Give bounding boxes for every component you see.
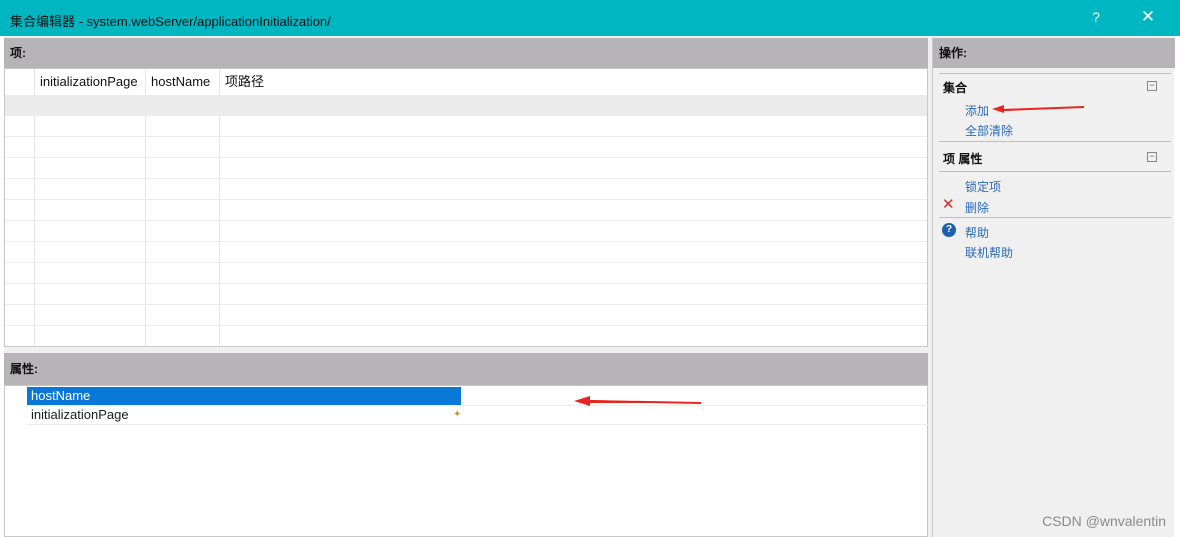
property-name[interactable]: hostName <box>27 387 461 405</box>
collection-section-title: 集合 <box>943 81 968 95</box>
property-row-host-name[interactable]: hostName <box>27 387 929 406</box>
help-icon: ? <box>942 223 956 237</box>
column-header-host-name[interactable]: hostName <box>146 69 210 95</box>
item-properties-section-title: 项 属性 <box>943 152 983 166</box>
column-header-initialization-page[interactable]: initializationPage <box>35 69 138 95</box>
add-link[interactable]: 添加 <box>965 102 989 119</box>
watermark: CSDN @wnvalentin <box>1042 513 1166 529</box>
properties-panel-header: 属性: <box>4 353 928 385</box>
actions-pane-header: 操作: <box>933 38 1175 68</box>
delete-x-icon: ✕ <box>942 196 955 213</box>
collapse-icon[interactable]: − <box>1147 81 1157 91</box>
key-icon: ✦ <box>453 409 462 420</box>
delete-link[interactable]: 删除 <box>965 199 989 216</box>
grid-empty-row[interactable] <box>5 95 927 115</box>
annotation-arrow-add <box>992 105 1085 113</box>
close-button[interactable]: ✕ <box>1138 7 1158 27</box>
annotation-arrow-host-name <box>574 396 702 406</box>
property-row-initialization-page[interactable]: initializationPage ✦ <box>27 406 929 425</box>
properties-grid: hostName initializationPage ✦ <box>4 385 929 537</box>
clear-all-link[interactable]: 全部清除 <box>965 122 1013 139</box>
items-grid[interactable]: initializationPage hostName 项路径 <box>4 68 928 347</box>
column-header-item-path[interactable]: 项路径 <box>220 69 264 95</box>
items-panel-header: 项: <box>4 38 928 68</box>
window-title: 集合编辑器 - system.webServer/applicationInit… <box>10 14 331 29</box>
collapse-icon[interactable]: − <box>1147 152 1157 162</box>
property-name[interactable]: initializationPage <box>27 406 461 424</box>
lock-item-link[interactable]: 锁定项 <box>965 178 1001 195</box>
title-bar: 集合编辑器 - system.webServer/applicationInit… <box>0 0 1180 36</box>
online-help-link[interactable]: 联机帮助 <box>965 244 1013 261</box>
help-link[interactable]: 帮助 <box>965 224 989 241</box>
help-button[interactable]: ? <box>1086 9 1106 25</box>
